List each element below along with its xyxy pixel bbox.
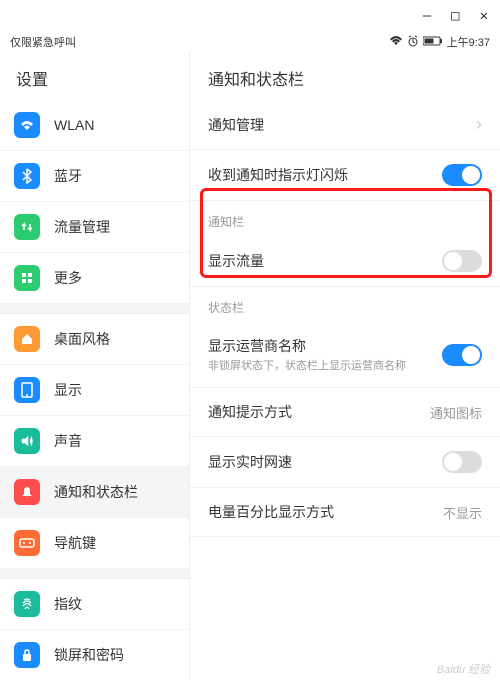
toggle-led-flash[interactable]: [442, 164, 482, 186]
setting-label: 通知管理: [208, 115, 264, 135]
setting-show-data[interactable]: 显示流量: [190, 236, 500, 287]
setting-notif-mgmt[interactable]: 通知管理 ›: [190, 100, 500, 150]
toggle-net-speed[interactable]: [442, 451, 482, 473]
sidebar-item-label: WLAN: [54, 117, 94, 133]
toggle-carrier[interactable]: [442, 344, 482, 366]
sidebar-item-nav[interactable]: 导航键: [0, 518, 189, 569]
sidebar-item-label: 导航键: [54, 533, 96, 553]
sidebar-item-home-style[interactable]: 桌面风格: [0, 314, 189, 365]
alarm-icon: [407, 35, 419, 50]
network-status: 仅限紧急呼叫: [10, 34, 76, 50]
setting-label: 通知提示方式: [208, 402, 292, 422]
sound-icon: [14, 428, 40, 454]
setting-sublabel: 非锁屏状态下，状态栏上显示运营商名称: [208, 359, 442, 373]
bluetooth-icon: [14, 163, 40, 189]
content-panel: 通知和状态栏 通知管理 › 收到通知时指示灯闪烁 通知栏 显示流量 状态栏 显示…: [190, 52, 500, 679]
chevron-right-icon: ›: [476, 114, 482, 135]
watermark: Baidu 经验: [437, 661, 490, 677]
sidebar-item-label: 蓝牙: [54, 166, 82, 186]
window-controls: — □ ✕: [0, 0, 500, 32]
sidebar-item-label: 声音: [54, 431, 82, 451]
setting-notif-style[interactable]: 通知提示方式 通知图标: [190, 388, 500, 437]
setting-label: 显示实时网速: [208, 452, 292, 472]
setting-value: 通知图标: [430, 403, 482, 422]
sidebar-item-label: 指纹: [54, 594, 82, 614]
fingerprint-icon: [14, 591, 40, 617]
close-button[interactable]: ✕: [480, 8, 488, 24]
display-icon: [14, 377, 40, 403]
section-header-notif-bar: 通知栏: [190, 201, 500, 236]
data-icon: [14, 214, 40, 240]
wifi-icon: [14, 112, 40, 138]
sidebar-item-fingerprint[interactable]: 指纹: [0, 579, 189, 630]
sidebar-item-label: 流量管理: [54, 217, 110, 237]
sidebar-item-label: 通知和状态栏: [54, 482, 138, 502]
more-icon: [14, 265, 40, 291]
home-icon: [14, 326, 40, 352]
maximize-button[interactable]: □: [451, 8, 459, 24]
sidebar-item-lock[interactable]: 锁屏和密码: [0, 630, 189, 679]
sidebar-item-label: 显示: [54, 380, 82, 400]
section-header-status-bar: 状态栏: [190, 287, 500, 322]
sidebar: 设置 WLAN 蓝牙 流量管理 更多 桌面风格 显示: [0, 52, 190, 679]
sidebar-item-display[interactable]: 显示: [0, 365, 189, 416]
setting-led-flash[interactable]: 收到通知时指示灯闪烁: [190, 150, 500, 201]
sidebar-item-wlan[interactable]: WLAN: [0, 100, 189, 151]
battery-icon: [423, 36, 443, 49]
sidebar-item-label: 锁屏和密码: [54, 645, 124, 665]
toggle-show-data[interactable]: [442, 250, 482, 272]
sidebar-item-label: 桌面风格: [54, 329, 110, 349]
setting-carrier[interactable]: 显示运营商名称 非锁屏状态下，状态栏上显示运营商名称: [190, 322, 500, 388]
sidebar-item-notification[interactable]: 通知和状态栏: [0, 467, 189, 518]
sidebar-item-more[interactable]: 更多: [0, 253, 189, 304]
lock-icon: [14, 642, 40, 668]
sidebar-item-bluetooth[interactable]: 蓝牙: [0, 151, 189, 202]
time-label: 上午9:37: [447, 34, 490, 50]
setting-label: 显示运营商名称: [208, 336, 442, 356]
content-title: 通知和状态栏: [190, 52, 500, 100]
sidebar-item-label: 更多: [54, 268, 82, 288]
nav-icon: [14, 530, 40, 556]
wifi-icon: [389, 36, 403, 49]
sidebar-item-data[interactable]: 流量管理: [0, 202, 189, 253]
setting-label: 显示流量: [208, 251, 264, 271]
sidebar-title: 设置: [0, 52, 189, 100]
bell-icon: [14, 479, 40, 505]
sidebar-item-sound[interactable]: 声音: [0, 416, 189, 467]
setting-battery[interactable]: 电量百分比显示方式 不显示: [190, 488, 500, 537]
setting-label: 电量百分比显示方式: [208, 502, 334, 522]
setting-label: 收到通知时指示灯闪烁: [208, 165, 348, 185]
setting-value: 不显示: [443, 503, 482, 522]
status-bar: 仅限紧急呼叫 上午9:37: [0, 32, 500, 52]
minimize-button[interactable]: —: [423, 8, 431, 24]
setting-net-speed[interactable]: 显示实时网速: [190, 437, 500, 488]
